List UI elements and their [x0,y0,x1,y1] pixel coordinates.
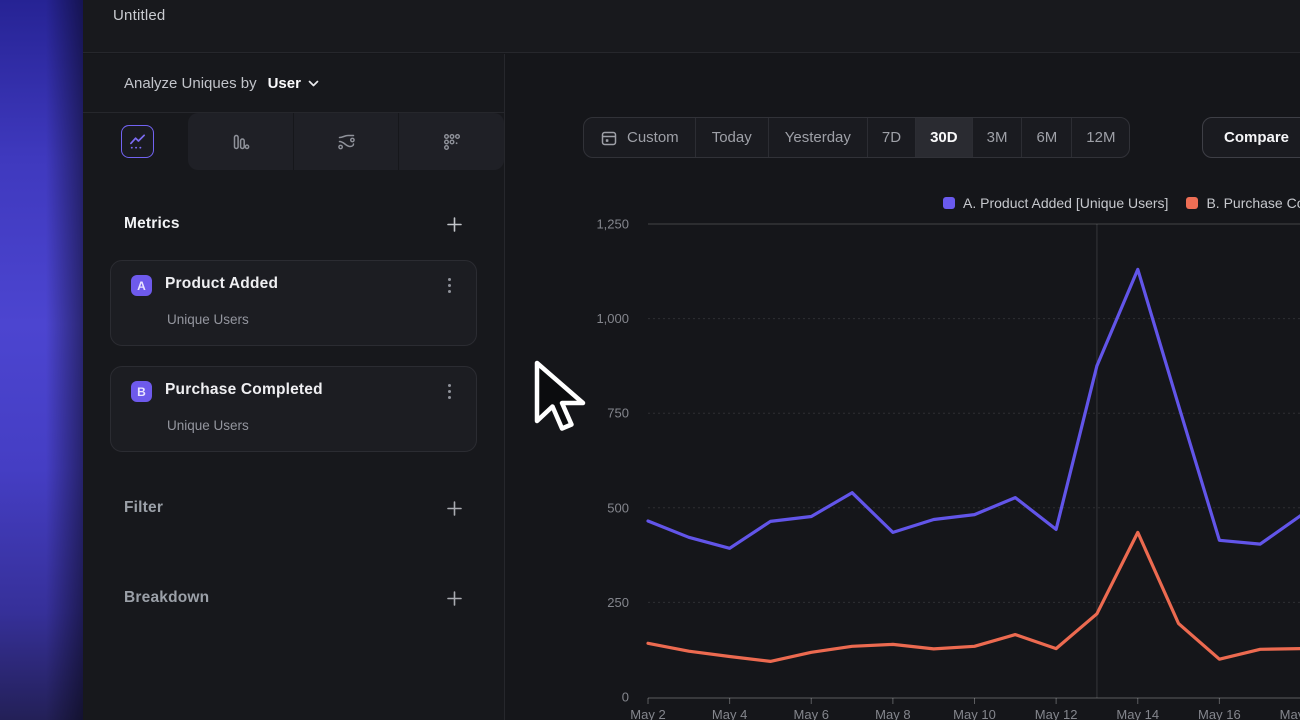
x-tick-label: May 16 [1198,707,1241,720]
x-tick-label: May 6 [794,707,829,720]
metric-name: Product Added [165,275,278,293]
series-line[interactable] [648,269,1300,548]
metric-badge-a: A [131,275,152,296]
query-builder-sidebar: Analyze Uniques by User [83,54,505,720]
analyze-by-dropdown[interactable]: User [268,75,319,92]
grid-dots-icon [442,132,462,152]
x-tick-label: May 8 [875,707,910,720]
flows-icon [336,132,357,152]
breakdown-section-header: Breakdown [83,578,504,618]
metric-options-icon[interactable] [440,380,458,402]
tab-metrics-grid[interactable] [398,113,504,170]
x-tick-label: May 18 [1280,707,1300,720]
y-tick-label: 500 [607,500,629,515]
filter-title: Filter [124,499,163,517]
metric-card-a[interactable]: A Product Added Unique Users [110,260,477,346]
chevron-down-icon [308,80,319,87]
x-tick-label: May 2 [630,707,665,720]
y-tick-label: 250 [607,595,629,610]
metric-badge-b: B [131,381,152,402]
y-tick-label: 0 [622,690,629,705]
y-tick-label: 750 [607,406,629,421]
add-filter-button[interactable] [444,498,464,518]
chart-panel: CustomTodayYesterday7D30D3M6M12M Compare… [506,54,1300,720]
plus-icon [446,590,463,607]
insights-report-app: Untitled Analyze Uniques by User [0,0,1300,720]
x-tick-label: May 14 [1116,707,1159,720]
tab-flows[interactable] [293,113,399,170]
y-tick-label: 1,250 [596,217,629,232]
add-metric-button[interactable] [444,214,464,234]
metric-options-icon[interactable] [440,274,458,296]
tab-bar-chart[interactable] [188,113,293,170]
bar-chart-icon [230,132,250,152]
metrics-title: Metrics [124,215,180,233]
line-chart-icon [128,132,147,151]
y-tick-label: 1,000 [596,311,629,326]
metric-subtitle[interactable]: Unique Users [167,418,249,433]
series-line[interactable] [648,532,1300,661]
x-tick-label: May 4 [712,707,747,720]
metric-subtitle[interactable]: Unique Users [167,312,249,327]
line-chart[interactable]: 0 250 500 750 1,000 1,250 May 2 May 4 May 6 May 8… [506,54,1300,720]
x-tick-label: May 10 [953,707,996,720]
metric-name: Purchase Completed [165,381,323,399]
plus-icon [446,500,463,517]
analyze-row: Analyze Uniques by User [83,54,504,113]
plus-icon [446,216,463,233]
metrics-section-header: Metrics [83,204,504,244]
analyze-by-value: User [268,75,301,92]
add-breakdown-button[interactable] [444,588,464,608]
chart-type-tab-strip [188,113,504,170]
metric-card-b[interactable]: B Purchase Completed Unique Users [110,366,477,452]
analyze-label: Analyze Uniques by [124,75,257,92]
x-tick-label: May 12 [1035,707,1078,720]
report-title[interactable]: Untitled [113,7,165,24]
filter-section-header: Filter [83,488,504,528]
top-bar: Untitled [83,0,1300,53]
chart-type-tabs [83,113,504,170]
breakdown-title: Breakdown [124,589,209,607]
tab-line-chart[interactable] [121,125,154,158]
brand-gradient-strip [0,0,83,720]
